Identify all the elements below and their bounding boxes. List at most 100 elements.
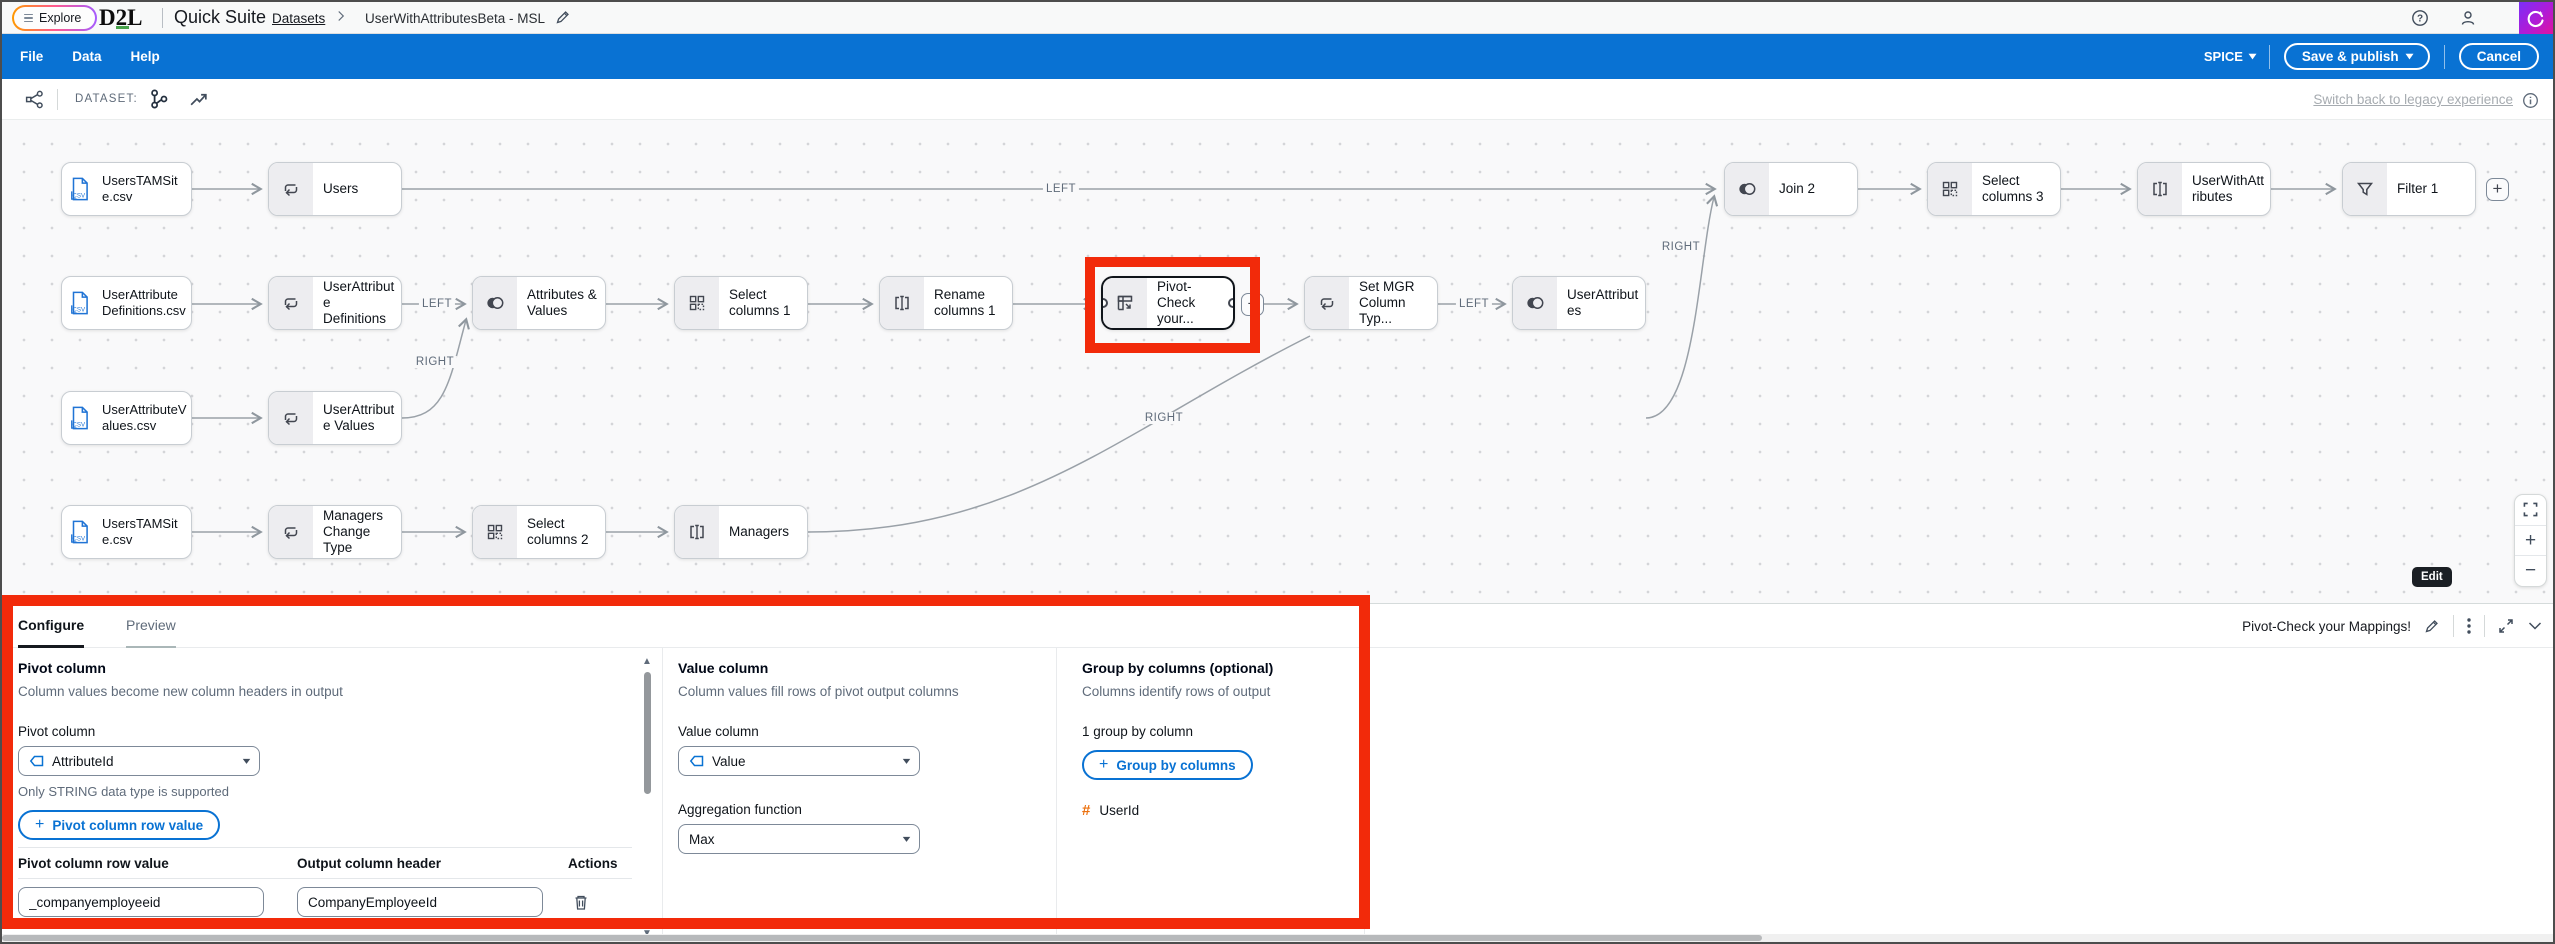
add-pivot-row-value-button[interactable]: + Pivot column row value <box>18 810 220 840</box>
node-select-columns[interactable]: Select columns 1 <box>674 276 808 330</box>
save-publish-label: Save & publish <box>2302 49 2399 64</box>
add-step-button[interactable]: + <box>1241 293 1264 316</box>
group-by-heading: Group by columns (optional) <box>1082 660 1273 676</box>
pivot-column-value: AttributeId <box>52 754 114 769</box>
d2l-logo: D2L <box>99 5 142 31</box>
aggregation-label: Aggregation function <box>678 802 802 817</box>
select-columns-icon <box>675 277 719 329</box>
node-rename-columns[interactable]: Rename columns 1 <box>879 276 1013 330</box>
scrollbar-thumb[interactable] <box>2 935 1762 941</box>
change-type-icon <box>269 392 313 444</box>
rename-step-pencil-icon[interactable] <box>2424 618 2440 634</box>
join-edge-label: LEFT <box>1456 298 1492 310</box>
node-label: Select columns 3 <box>1972 163 2060 215</box>
string-type-icon <box>29 754 45 768</box>
node-transform[interactable]: Users <box>268 162 402 216</box>
explore-label: Explore <box>39 11 81 25</box>
value-column-select[interactable]: Value ▾ <box>678 746 920 776</box>
add-step-button[interactable]: + <box>2486 178 2509 201</box>
output-port[interactable] <box>1228 298 1235 308</box>
tab-preview[interactable]: Preview <box>126 604 176 648</box>
menu-data[interactable]: Data <box>72 49 101 64</box>
flow-view-icon[interactable] <box>148 88 170 110</box>
node-join[interactable]: Attributes & Values <box>472 276 606 330</box>
explore-button[interactable]: Explore <box>12 5 97 31</box>
cancel-button[interactable]: Cancel <box>2459 43 2539 70</box>
node-transform[interactable]: Set MGR Column Typ... <box>1304 276 1438 330</box>
node-source-csv[interactable]: CSV UsersTAMSite.csv <box>61 162 192 216</box>
breadcrumb-datasets-link[interactable]: Datasets <box>272 11 325 26</box>
table-header-row-value: Pivot column row value <box>18 856 169 871</box>
divider <box>18 878 632 879</box>
app-window: Explore D2L Quick Suite Datasets UserWit… <box>0 0 2555 944</box>
node-source-csv[interactable]: CSV UserAttributeValues.csv <box>61 391 192 445</box>
help-icon[interactable]: ? <box>2411 9 2429 27</box>
node-transform[interactable]: Managers Change Type <box>268 505 402 559</box>
legacy-experience-link[interactable]: Switch back to legacy experience <box>2313 92 2513 107</box>
more-actions-kebab-icon[interactable] <box>2467 618 2471 634</box>
aggregation-select[interactable]: Max ▾ <box>678 824 920 854</box>
breadcrumb-chevron-icon <box>335 10 347 22</box>
cancel-label: Cancel <box>2477 49 2521 64</box>
group-by-column-item[interactable]: # UserId <box>1082 802 1139 819</box>
node-join[interactable]: UserAttributes <box>1512 276 1646 330</box>
csv-file-icon: CSV <box>62 506 98 558</box>
rename-dataset-pencil-icon[interactable] <box>555 9 571 25</box>
flow-canvas[interactable]: LEFT LEFT RIGHT RIGHT LEFT RIGHT CSV Use… <box>2 120 2555 603</box>
chevron-down-icon: ▾ <box>243 756 251 767</box>
svg-text:?: ? <box>2417 14 2423 25</box>
pivot-column-select[interactable]: AttributeId ▾ <box>18 746 260 776</box>
group-by-columns-button[interactable]: + Group by columns <box>1082 750 1253 780</box>
node-label: UserAttributes <box>1557 277 1645 329</box>
share-flow-icon[interactable] <box>24 89 45 110</box>
save-publish-button[interactable]: Save & publish ▾ <box>2284 43 2430 70</box>
node-source-csv[interactable]: CSV UsersTAMSite.csv <box>61 505 192 559</box>
change-type-icon <box>269 163 313 215</box>
node-source-csv[interactable]: CSV UserAttributeDefinitions.csv <box>61 276 192 330</box>
user-icon[interactable] <box>2459 9 2477 27</box>
node-transform[interactable]: UserAttribute Values <box>268 391 402 445</box>
node-select-columns[interactable]: Select columns 3 <box>1927 162 2061 216</box>
info-icon[interactable] <box>2522 92 2539 109</box>
node-filter[interactable]: Filter 1 <box>2342 162 2476 216</box>
horizontal-scrollbar[interactable] <box>2 934 2553 942</box>
scroll-up-arrow[interactable]: ▲ <box>642 656 652 667</box>
node-pivot-selected[interactable]: Pivot-Check your... <box>1101 276 1235 330</box>
node-label: UserWithAttributes <box>2182 163 2270 215</box>
trend-view-icon[interactable] <box>188 89 209 110</box>
spice-dropdown[interactable]: SPICE ▾ <box>2204 49 2255 64</box>
svg-text:CSV: CSV <box>72 307 86 314</box>
node-select-columns[interactable]: Select columns 2 <box>472 505 606 559</box>
dataset-toolbar: DATASET: Switch back to legacy experienc… <box>2 79 2553 120</box>
change-type-icon <box>269 506 313 558</box>
pivot-column-field-label: Pivot column <box>18 724 95 739</box>
panel-title: Pivot-Check your Mappings! <box>2242 619 2411 634</box>
join-edge-label: RIGHT <box>413 356 457 368</box>
node-label: Pivot-Check your... <box>1147 278 1233 328</box>
expand-panel-icon[interactable] <box>2498 618 2514 634</box>
amazon-q-icon[interactable] <box>2519 2 2553 34</box>
node-output[interactable]: UserWithAttributes <box>2137 162 2271 216</box>
menu-help[interactable]: Help <box>131 49 160 64</box>
node-rename-columns[interactable]: Managers <box>674 505 808 559</box>
zoom-out-button[interactable]: − <box>2515 555 2546 586</box>
tab-configure[interactable]: Configure <box>18 604 84 648</box>
node-join[interactable]: Join 2 <box>1724 162 1858 216</box>
pivot-row-value-input[interactable] <box>18 887 264 917</box>
output-header-input[interactable] <box>297 887 543 917</box>
node-label: Users <box>313 163 401 215</box>
rename-columns-icon <box>880 277 924 329</box>
fit-view-button[interactable] <box>2515 495 2546 525</box>
chevron-down-icon: ▾ <box>903 756 911 767</box>
node-transform[interactable]: UserAttribute Definitions <box>268 276 402 330</box>
node-label: UserAttributeValues.csv <box>98 392 191 444</box>
join-edge-label: LEFT <box>1043 183 1079 195</box>
select-columns-icon <box>473 506 517 558</box>
collapse-panel-chevron-icon[interactable] <box>2527 618 2543 634</box>
csv-file-icon: CSV <box>62 163 98 215</box>
zoom-in-button[interactable]: + <box>2515 525 2546 556</box>
scrollbar-thumb[interactable] <box>644 672 651 794</box>
delete-row-trash-icon[interactable] <box>573 894 589 911</box>
chevron-down-icon: ▾ <box>2406 51 2413 62</box>
menu-file[interactable]: File <box>20 49 43 64</box>
